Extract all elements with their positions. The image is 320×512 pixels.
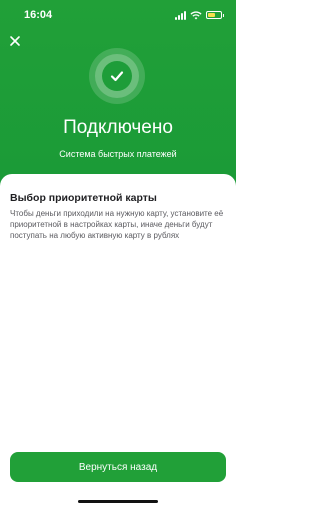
battery-icon bbox=[206, 11, 224, 19]
status-time: 16:04 bbox=[24, 9, 53, 21]
back-button[interactable]: Вернуться назад bbox=[10, 452, 226, 482]
success-badge bbox=[89, 48, 145, 104]
home-indicator bbox=[78, 500, 158, 503]
card-title: Выбор приоритетной карты bbox=[10, 192, 157, 204]
close-icon[interactable] bbox=[8, 34, 22, 48]
page-title: Подключено bbox=[63, 117, 173, 138]
hero-header: 16:04 Подключено Система быстрых платеже… bbox=[0, 0, 236, 200]
wifi-icon bbox=[190, 10, 202, 19]
page-subtitle: Система быстрых платежей bbox=[59, 149, 177, 159]
checkmark-icon bbox=[110, 71, 124, 82]
status-bar: 16:04 bbox=[0, 0, 236, 30]
card-description: Чтобы деньги приходили на нужную карту, … bbox=[10, 209, 224, 240]
status-icons bbox=[175, 10, 224, 20]
signal-icon bbox=[175, 10, 186, 20]
